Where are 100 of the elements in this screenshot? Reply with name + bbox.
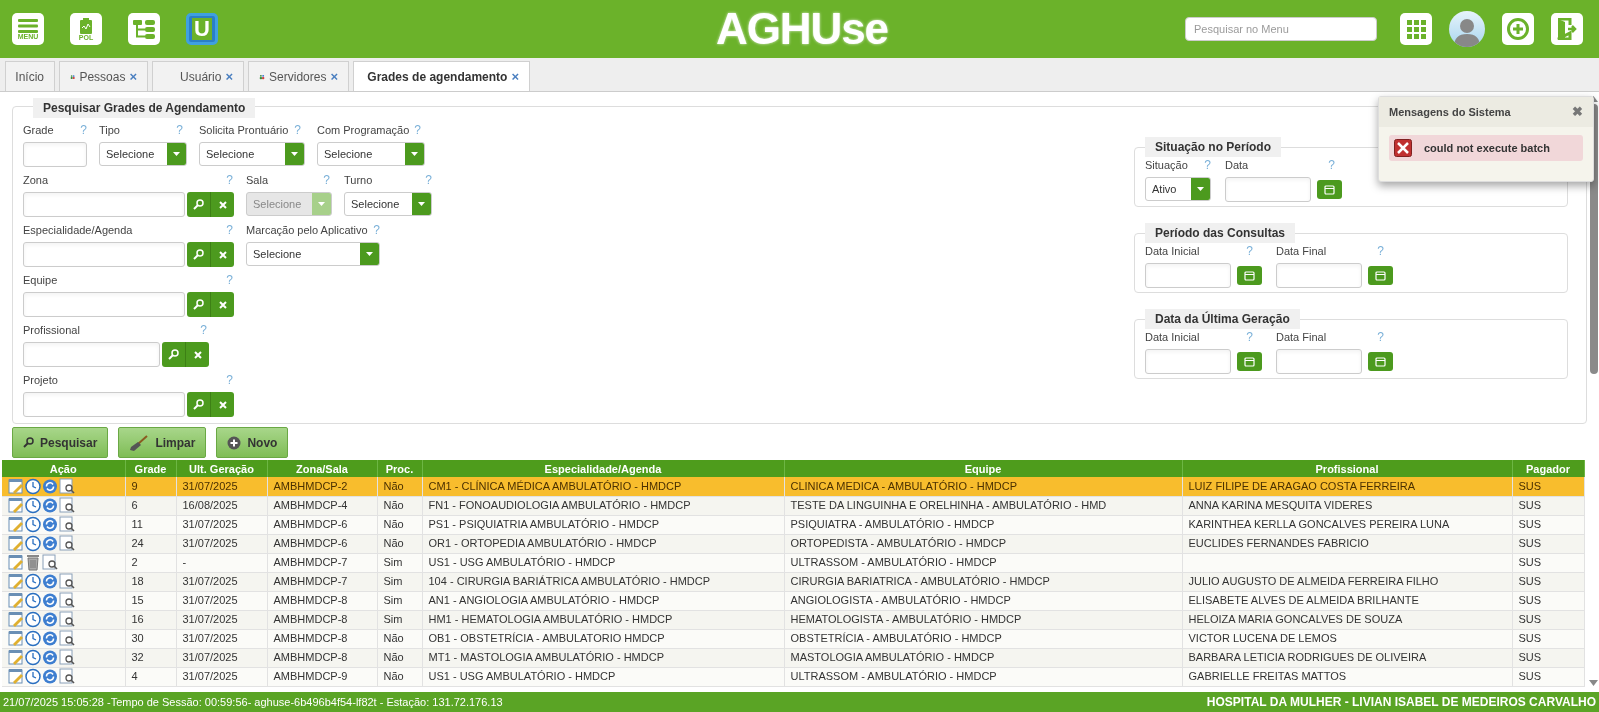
- table-cell: 31/07/2025: [182, 594, 238, 607]
- table-cell: -: [182, 556, 187, 569]
- table-cell: GABRIELLE FREITAS MATTOS: [1188, 670, 1347, 683]
- field-label: Equipe: [23, 272, 58, 288]
- table-cell: AMBHMDCP-8: [273, 651, 348, 664]
- table-cell: 4: [131, 670, 138, 683]
- table-cell: SUS: [1518, 480, 1542, 492]
- help-icon: ?: [1204, 156, 1211, 174]
- table-cell: SUS: [1518, 518, 1542, 531]
- table-cell: Não: [383, 480, 404, 492]
- tab-label: Grades de agendamento: [367, 68, 508, 86]
- table-cell: HELOIZA MARIA GONCALVES DE SOUZA: [1188, 613, 1403, 626]
- table-cell: KARINTHEA KERLLA GONCALVES PEREIRA LUNA: [1188, 518, 1450, 531]
- table-cell: 31/07/2025: [182, 480, 238, 492]
- fieldset-title: Período das Consultas: [1145, 223, 1296, 243]
- help-icon: ?: [226, 171, 233, 189]
- field-label: Marcação pelo Aplicativo: [246, 222, 368, 238]
- table-cell: HEMATOLOGISTA - AMBULATÓRIO - HMDCP: [790, 613, 1022, 626]
- help-icon: ?: [373, 221, 380, 239]
- table-cell: 16: [131, 613, 144, 626]
- table-cell: Não: [383, 518, 404, 531]
- table-cell: 11: [131, 518, 143, 531]
- table-cell: AMBHMDCP-2: [273, 480, 348, 492]
- table-cell: 18: [131, 575, 144, 588]
- field-label: Projeto: [23, 372, 58, 388]
- table-cell: 31/07/2025: [182, 670, 238, 683]
- table-cell: OB1 - OBSTETRÍCIA - AMBULATORIO HMDCP: [428, 632, 665, 645]
- help-icon: ?: [414, 121, 421, 139]
- table-cell: Sim: [383, 613, 403, 626]
- table-cell: TESTE DA LINGUINHA E ORELHINHA - AMBULATÓRIO - HMD: [790, 499, 1107, 512]
- table-cell: SUS: [1518, 499, 1542, 512]
- app-logo: AGHUse: [716, 4, 888, 54]
- table-cell: 30: [131, 632, 144, 645]
- dialog-title: Mensagens do Sistema: [1389, 104, 1511, 120]
- table-cell: CIRURGIA BARIATRICA - AMBULATÓRIO - HMDCP: [790, 575, 1050, 588]
- field-label: Data Final: [1276, 329, 1327, 345]
- logo-letter: U: [192, 18, 212, 40]
- table-cell: AMBHMDCP-6: [273, 518, 348, 531]
- table-cell: AMBHMDCP-4: [273, 499, 348, 512]
- help-icon: ?: [323, 171, 330, 189]
- table-cell: Não: [383, 670, 404, 683]
- table-cell: BARBARA LETICIA RODRIGUES DE OLIVEIRA: [1188, 651, 1427, 664]
- table-cell: SUS: [1518, 670, 1542, 683]
- table-cell: 9: [131, 480, 138, 492]
- table-cell: Sim: [383, 594, 403, 607]
- table-cell: PSIQUIATRA - AMBULATÓRIO - HMDCP: [790, 518, 995, 531]
- dropdown: Selecione: [246, 192, 332, 216]
- field-label: Grade: [23, 122, 54, 138]
- table-cell: 31/07/2025: [182, 632, 238, 645]
- field-label: Tipo: [99, 122, 120, 138]
- table-cell: SUS: [1518, 575, 1542, 588]
- table-cell: ANNA KARINA MESQUITA VIDERES: [1188, 499, 1373, 512]
- field-label: Zona: [23, 172, 49, 188]
- help-icon: ?: [1377, 242, 1384, 260]
- field-label: Solicita Prontuário: [199, 122, 289, 138]
- help-icon: ?: [1246, 242, 1253, 260]
- table-cell: 31/07/2025: [182, 575, 238, 588]
- table-cell: 24: [131, 537, 144, 550]
- field-label: Especialidade/Agenda: [23, 222, 133, 238]
- section-title: Pesquisar Grades de Agendamento: [33, 98, 256, 118]
- table-cell: MASTOLOGIA AMBULATÓRIO - HMDCP: [790, 651, 995, 664]
- help-icon: ?: [226, 221, 233, 239]
- field-label: Situação: [1145, 157, 1188, 173]
- help-icon: ?: [200, 321, 207, 339]
- help-icon: ?: [226, 371, 233, 389]
- tab-label: Servidores: [269, 68, 327, 86]
- table-cell: SUS: [1518, 537, 1542, 550]
- table-cell: 31/07/2025: [182, 613, 238, 626]
- table-cell: JULIO AUGUSTO DE ALMEIDA FERREIRA FILHO: [1188, 575, 1439, 588]
- table-cell: 32: [131, 651, 144, 664]
- help-icon: ?: [425, 171, 432, 189]
- table-cell: Não: [383, 537, 404, 550]
- table-cell: 104 - CIRURGIA BARIÁTRICA AMBULATÓRIO - HMDCP: [428, 575, 711, 588]
- table-cell: Não: [383, 632, 404, 645]
- table-cell: CM1 - CLÍNICA MÉDICA AMBULATÓRIO - HMDCP: [428, 480, 682, 492]
- table-cell: SUS: [1518, 594, 1542, 607]
- table-cell: AMBHMDCP-8: [273, 632, 348, 645]
- table-cell: 31/07/2025: [182, 651, 238, 664]
- table-cell: AMBHMDCP-8: [273, 594, 348, 607]
- table-cell: AMBHMDCP-7: [273, 575, 348, 588]
- table-cell: MT1 - MASTOLOGIA AMBULATÓRIO - HMDCP: [428, 651, 664, 664]
- field-label: Data Inicial: [1145, 329, 1200, 345]
- table-cell: OR1 - ORTOPEDIA AMBULATÓRIO - HMDCP: [428, 537, 657, 550]
- help-icon: ?: [1328, 156, 1335, 174]
- table-cell: 31/07/2025: [182, 537, 238, 550]
- table-cell: 15: [131, 594, 144, 607]
- table-cell: Não: [383, 499, 404, 512]
- field-label: Sala: [246, 172, 269, 188]
- table-cell: 2: [131, 556, 138, 569]
- table-cell: ULTRASSOM - AMBULATÓRIO - HMDCP: [790, 670, 997, 683]
- table-cell: 6: [131, 499, 138, 512]
- table-cell: VICTOR LUCENA DE LEMOS: [1188, 632, 1337, 645]
- table-cell: SUS: [1518, 651, 1542, 664]
- fieldset-title: Situação no Período: [1145, 137, 1281, 157]
- table-cell: FN1 - FONOAUDIOLOGIA AMBULATÓRIO - HMDCP: [428, 499, 691, 512]
- field-label: Data Final: [1276, 243, 1327, 259]
- field-label: Turno: [344, 172, 373, 188]
- table-cell: 16/08/2025: [182, 499, 238, 512]
- tab-label: Usuário: [180, 68, 222, 86]
- help-icon: ?: [294, 121, 301, 139]
